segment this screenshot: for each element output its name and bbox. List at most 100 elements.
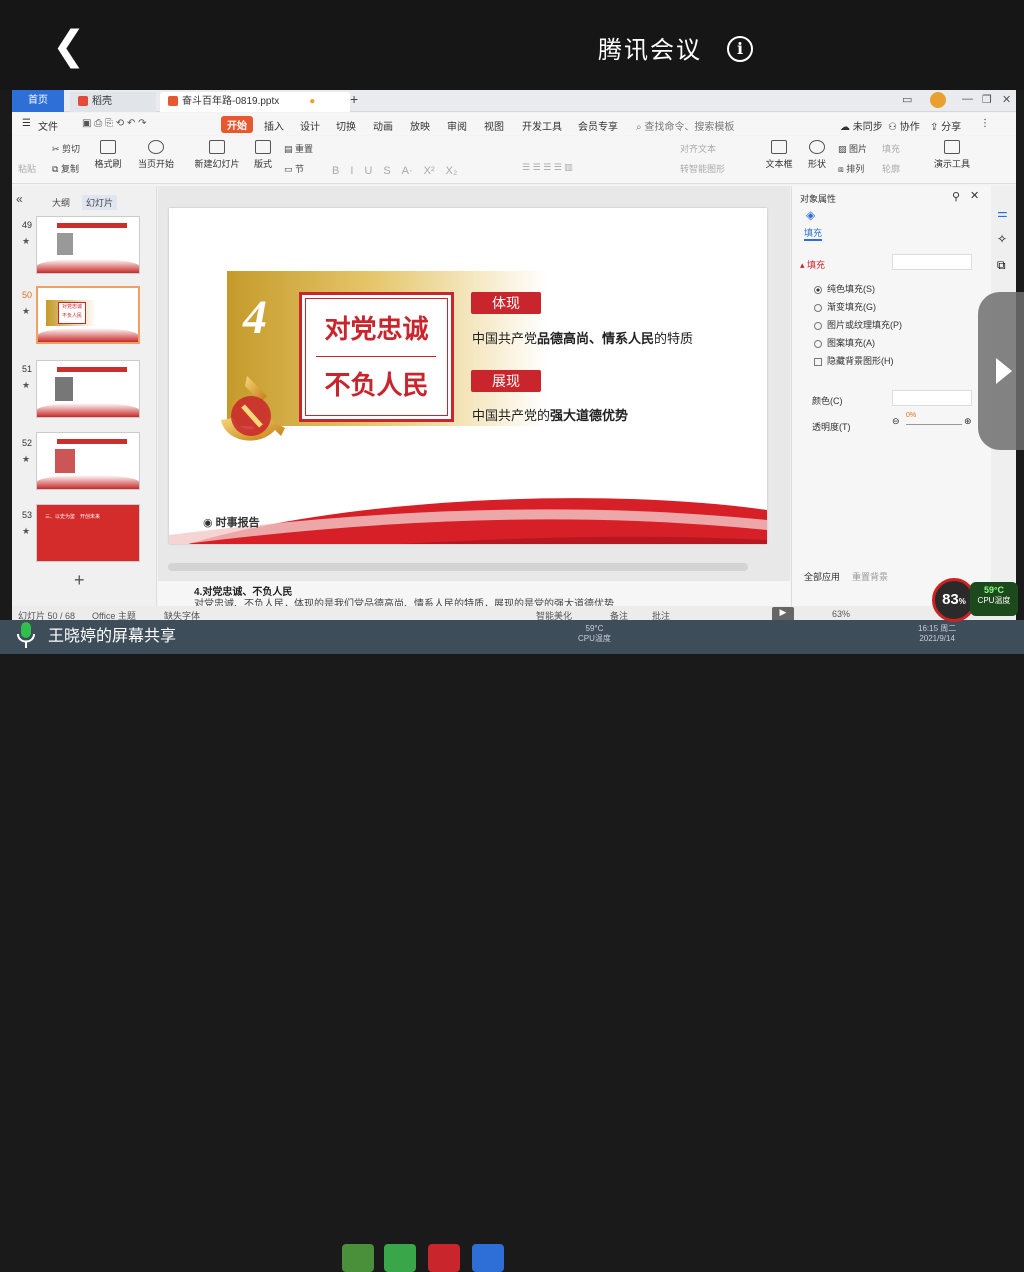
info-icon[interactable]: i xyxy=(727,36,753,62)
menu-developer[interactable]: 开发工具 xyxy=(522,118,562,133)
add-tab-button[interactable]: + xyxy=(350,91,358,107)
tab-docer[interactable]: 稻壳 xyxy=(70,92,156,112)
more-icon[interactable]: ⋮ xyxy=(980,118,990,129)
option-pattern[interactable]: 图案填充(A) xyxy=(814,336,875,349)
tencent-meeting-icon[interactable] xyxy=(472,1244,504,1272)
tab-slides[interactable]: 幻灯片 xyxy=(82,195,118,210)
smart-art-button[interactable]: 转智能图形 xyxy=(680,162,725,175)
apply-all-button[interactable]: 全部应用 xyxy=(804,570,840,583)
arrange-button[interactable]: ⧈ 排列 xyxy=(838,162,864,175)
slide-thumb-53[interactable]: 三、以史为鉴 开创未来 xyxy=(36,504,140,562)
section-button[interactable]: ▭ 节 xyxy=(284,162,304,175)
wechat-icon[interactable] xyxy=(384,1244,416,1272)
clock[interactable]: 16:15 周二 2021/9/14 xyxy=(918,624,956,644)
restore-icon[interactable]: ❐ xyxy=(982,93,992,106)
tab-fill[interactable]: 填充 xyxy=(804,226,823,241)
menu-icon[interactable]: ☰ xyxy=(22,118,31,129)
cpu-unit: % xyxy=(958,597,966,606)
slide-canvas[interactable]: 4 对党忠诚 不负人民 体现 中国共产党品德高尚、情系人民的特质 展现 中国共产… xyxy=(169,208,767,544)
menu-animation[interactable]: 动画 xyxy=(373,118,393,133)
fill-type-select[interactable] xyxy=(892,254,972,270)
close-panel-icon[interactable]: ✕ xyxy=(970,189,979,202)
fill-tab-icon[interactable]: ◈ xyxy=(806,208,815,222)
menu-file[interactable]: 文件 xyxy=(38,118,58,133)
wps-icon[interactable] xyxy=(428,1244,460,1272)
reset-button[interactable]: ▤ 重置 xyxy=(284,142,313,155)
notes-pane[interactable]: 4.对党忠诚、不负人民 对党忠诚、不负人民，体现的是我们党品德高尚、情系人民的特… xyxy=(158,581,790,610)
paste-button[interactable]: 粘贴 xyxy=(18,162,36,175)
menu-review[interactable]: 审阅 xyxy=(447,118,467,133)
menu-view[interactable]: 视图 xyxy=(484,118,504,133)
props-title: 对象属性 xyxy=(800,194,837,204)
slide-thumb-49[interactable] xyxy=(36,216,140,274)
menu-member[interactable]: 会员专享 xyxy=(578,118,618,133)
option-solid[interactable]: 纯色填充(S) xyxy=(814,282,875,295)
collapse-pane-icon[interactable]: « xyxy=(16,192,23,206)
fill-section-header[interactable]: ▴ 填充 xyxy=(800,258,825,271)
align-text-button[interactable]: 对齐文本 xyxy=(680,142,716,155)
shape-button[interactable]: 形状 xyxy=(802,140,832,170)
add-slide-button[interactable]: + xyxy=(74,570,85,591)
menu-insert[interactable]: 插入 xyxy=(264,118,284,133)
menu-slideshow[interactable]: 放映 xyxy=(410,118,430,133)
option-gradient[interactable]: 渐变填充(G) xyxy=(814,300,876,313)
option-picture[interactable]: 图片或纹理填充(P) xyxy=(814,318,902,331)
app-icon-1[interactable] xyxy=(342,1244,374,1272)
textbox-button[interactable]: 文本框 xyxy=(762,140,796,170)
presenter-tools-button[interactable]: 演示工具 xyxy=(932,140,972,170)
menu-design[interactable]: 设计 xyxy=(300,118,320,133)
plus-icon[interactable]: ⊕ xyxy=(964,416,972,427)
play-icon[interactable] xyxy=(996,358,1012,384)
paragraph-buttons[interactable]: ☰ ☰ ☰ ☰ ▥ xyxy=(522,162,573,173)
close-icon[interactable]: ✕ xyxy=(1002,93,1011,106)
play-current-button[interactable]: 当页开始 xyxy=(134,140,178,170)
slide-thumb-52[interactable] xyxy=(36,432,140,490)
transparency-slider[interactable] xyxy=(906,424,962,425)
transition-icon[interactable]: ⧉ xyxy=(997,258,1006,273)
tab-document[interactable]: 奋斗百年路-0819.pptx ● xyxy=(160,92,350,112)
transparency-value: 0% xyxy=(906,412,917,419)
play-slideshow-icon[interactable]: ▶ xyxy=(772,607,794,621)
animation-icon[interactable]: ✧ xyxy=(997,232,1007,246)
microphone-icon[interactable] xyxy=(14,620,38,650)
font-style-buttons[interactable]: B I U S A· X² X₂ xyxy=(332,162,457,178)
cut-button[interactable]: ✂ 剪切 xyxy=(52,142,80,155)
slide-thumb-51[interactable] xyxy=(36,360,140,418)
properties-icon[interactable]: ⚌ xyxy=(997,206,1008,220)
horizontal-scrollbar[interactable] xyxy=(168,563,748,571)
cpu-temp-value: 59°C xyxy=(983,585,1005,595)
share-button[interactable]: ⇪ 分享 xyxy=(930,118,961,133)
format-painter-button[interactable]: 格式刷 xyxy=(92,140,124,170)
star-icon: ★ xyxy=(22,306,31,316)
sync-button[interactable]: ☁ 未同步 xyxy=(840,118,883,133)
minimize-icon[interactable]: — xyxy=(962,93,973,105)
copy-button[interactable]: ⧉ 复制 xyxy=(52,162,79,175)
quick-access-icons[interactable]: ▣ ⎙ ⎘ ⟲ ↶ ↷ xyxy=(82,118,146,129)
menu-start[interactable]: 开始 xyxy=(221,116,253,133)
zoom-level[interactable]: 63% xyxy=(832,609,850,619)
thumb-header xyxy=(57,439,127,444)
layout-button[interactable]: 版式 xyxy=(248,140,278,170)
color-select[interactable] xyxy=(892,390,972,406)
layout-icon[interactable]: ▭ xyxy=(902,93,912,106)
tab-home[interactable]: 首页 xyxy=(12,90,64,112)
pin-icon[interactable]: ⚲ xyxy=(952,190,960,203)
hide-bg-label: 隐藏背景图形(H) xyxy=(827,356,894,366)
option-solid-label: 纯色填充(S) xyxy=(827,284,875,294)
tab-outline[interactable]: 大纲 xyxy=(52,196,70,209)
avatar[interactable] xyxy=(930,92,946,108)
hide-bg-checkbox[interactable]: 隐藏背景图形(H) xyxy=(814,354,894,367)
outline-button[interactable]: 轮廓 xyxy=(882,162,900,175)
text-embody-post: 的特质 xyxy=(654,331,694,346)
collab-button[interactable]: ⚇ 协作 xyxy=(888,118,920,133)
minus-icon[interactable]: ⊖ xyxy=(892,416,900,427)
menu-transition[interactable]: 切换 xyxy=(336,118,356,133)
reset-bg-button[interactable]: 重置背景 xyxy=(852,570,888,583)
new-slide-button[interactable]: 新建幻灯片 xyxy=(192,140,242,170)
back-icon[interactable]: ❮ xyxy=(52,24,92,68)
command-search[interactable]: ⌕ 查找命令、搜索模板 xyxy=(636,118,734,133)
image-button[interactable]: ▨ 图片 xyxy=(838,142,867,155)
tray-temp-value: 59°C xyxy=(585,624,604,633)
fill-button[interactable]: 填充 xyxy=(882,142,900,155)
slide-thumb-50[interactable]: 对党忠诚 不负人民 xyxy=(36,286,140,344)
